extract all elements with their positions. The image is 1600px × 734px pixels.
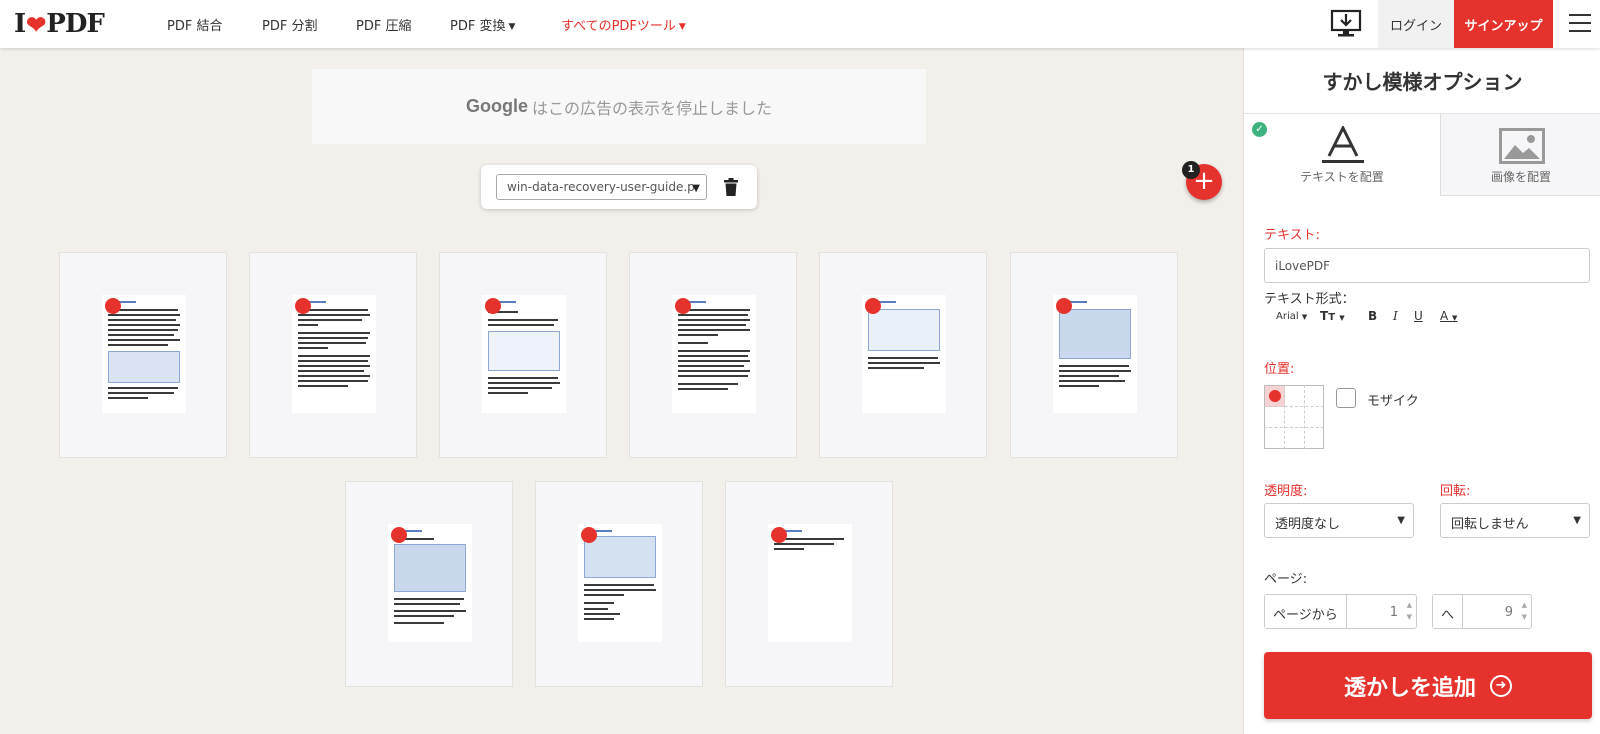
- signup-button[interactable]: サインアップ: [1454, 0, 1553, 48]
- position-label: 位置:: [1264, 362, 1295, 377]
- ad-placeholder: Google はこの広告の表示を停止しました: [312, 69, 926, 144]
- ad-message: はこの広告の表示を停止しました: [531, 98, 772, 118]
- page-card-4[interactable]: [629, 252, 797, 458]
- check-icon: ✓: [1252, 122, 1267, 137]
- watermark-position-dot: [771, 527, 787, 543]
- font-select[interactable]: Arial ▼: [1276, 311, 1307, 322]
- stepper-icon[interactable]: ▲ ▼: [1522, 599, 1527, 623]
- caret-down-icon: ▼: [1397, 515, 1405, 526]
- tab-place-text-label: テキストを配置: [1300, 170, 1384, 184]
- page-card-5[interactable]: [819, 252, 987, 458]
- sidebar-title: すかし模様オプション: [1244, 48, 1600, 114]
- tab-place-text[interactable]: ✓ テキストを配置: [1244, 114, 1440, 196]
- bold-icon[interactable]: B: [1368, 309, 1377, 323]
- watermark-position-dot: [485, 298, 501, 314]
- logo-letter: I: [14, 9, 26, 39]
- add-watermark-label: 透かしを追加: [1343, 675, 1476, 701]
- watermark-position-dot: [675, 298, 691, 314]
- page-card-8[interactable]: [535, 481, 703, 687]
- mosaic-label: モザイク: [1367, 394, 1419, 409]
- underline-icon[interactable]: U: [1414, 309, 1423, 323]
- page-to-value[interactable]: 9: [1505, 605, 1513, 620]
- heart-icon: ❤: [26, 9, 46, 39]
- page-from-label: ページから: [1265, 595, 1347, 628]
- caret-down-icon: ▼: [692, 183, 700, 194]
- page-to-label: へ: [1433, 595, 1464, 628]
- nav-split-pdf[interactable]: PDF 分割: [262, 15, 317, 34]
- page-card-7[interactable]: [345, 481, 513, 687]
- trash-icon[interactable]: [724, 178, 738, 196]
- logo-text: PDF: [46, 9, 105, 39]
- tab-place-image[interactable]: 画像を配置: [1440, 114, 1600, 196]
- italic-icon[interactable]: I: [1393, 309, 1398, 323]
- file-count-badge: 1: [1182, 161, 1200, 179]
- hamburger-menu-icon[interactable]: [1569, 14, 1591, 34]
- watermark-text-input[interactable]: iLovePDF: [1264, 248, 1590, 283]
- watermark-position-dot: [295, 298, 311, 314]
- arrow-right-circle-icon: ➜: [1490, 674, 1512, 697]
- desktop-download-icon[interactable]: [1330, 9, 1362, 39]
- transparency-select[interactable]: 透明度なし ▼: [1264, 503, 1414, 538]
- file-select[interactable]: win-data-recovery-user-guide.p ▼: [496, 174, 707, 200]
- pages-label: ページ:: [1264, 572, 1308, 587]
- nav-compress-pdf[interactable]: PDF 圧縮: [356, 15, 411, 34]
- watermark-position-dot: [581, 527, 597, 543]
- rotation-label: 回転:: [1440, 484, 1471, 499]
- caret-down-icon: ▼: [678, 21, 686, 32]
- page-from-field[interactable]: ページから 1 ▲ ▼: [1264, 594, 1417, 629]
- page-to-field[interactable]: へ 9 ▲ ▼: [1432, 594, 1532, 629]
- text-a-icon: [1322, 126, 1364, 163]
- page-card-3[interactable]: [439, 252, 607, 458]
- rotation-select[interactable]: 回転しません ▼: [1440, 503, 1590, 538]
- font-color-icon[interactable]: A ▼: [1440, 309, 1457, 323]
- watermark-position-dot: [391, 527, 407, 543]
- nav-convert-pdf[interactable]: PDF 変換 ▼: [450, 15, 515, 34]
- image-icon: [1499, 128, 1545, 164]
- nav-all-tools-label: すべてのPDFツール: [561, 19, 676, 34]
- caret-down-icon: ▼: [508, 21, 516, 32]
- font-size-icon[interactable]: TT ▼: [1320, 309, 1345, 323]
- page-card-9[interactable]: [725, 481, 893, 687]
- mosaic-checkbox[interactable]: [1336, 388, 1356, 408]
- text-label: テキスト:: [1264, 228, 1320, 243]
- ad-brand: Google: [465, 96, 528, 116]
- watermark-position-dot: [105, 298, 121, 314]
- caret-down-icon: ▼: [1573, 515, 1581, 526]
- page-card-2[interactable]: [249, 252, 417, 458]
- file-toolbar: win-data-recovery-user-guide.p ▼: [481, 165, 757, 209]
- font-select-value: Arial: [1276, 311, 1299, 322]
- watermark-position-dot: [1056, 298, 1072, 314]
- rotation-value: 回転しません: [1451, 517, 1529, 532]
- watermark-options-sidebar: すかし模様オプション ✓ テキストを配置 画像を配置 テキスト: iLovePD…: [1243, 48, 1600, 734]
- position-dot-icon: [1269, 390, 1281, 402]
- top-header: I ❤ PDF PDF 結合 PDF 分割 PDF 圧縮 PDF 変換 ▼ すべて…: [0, 0, 1600, 48]
- ilovepdf-logo[interactable]: I ❤ PDF: [14, 8, 105, 40]
- page-card-6[interactable]: [1010, 252, 1178, 458]
- login-button[interactable]: ログイン: [1378, 0, 1454, 48]
- text-format-label: テキスト形式：: [1264, 292, 1355, 307]
- transparency-value: 透明度なし: [1275, 517, 1341, 532]
- file-select-value: win-data-recovery-user-guide.p: [507, 180, 695, 194]
- nav-convert-label: PDF 変換: [450, 19, 506, 34]
- stepper-icon[interactable]: ▲ ▼: [1407, 599, 1412, 623]
- page-card-1[interactable]: [59, 252, 227, 458]
- nav-merge-pdf[interactable]: PDF 結合: [167, 15, 222, 34]
- add-watermark-button[interactable]: 透かしを追加 ➜: [1264, 652, 1592, 719]
- page-from-value[interactable]: 1: [1390, 605, 1398, 620]
- tab-place-image-label: 画像を配置: [1490, 170, 1551, 184]
- watermark-position-dot: [865, 298, 881, 314]
- position-grid[interactable]: [1264, 385, 1324, 449]
- transparency-label: 透明度:: [1264, 484, 1308, 499]
- nav-all-tools[interactable]: すべてのPDFツール ▼: [561, 15, 686, 34]
